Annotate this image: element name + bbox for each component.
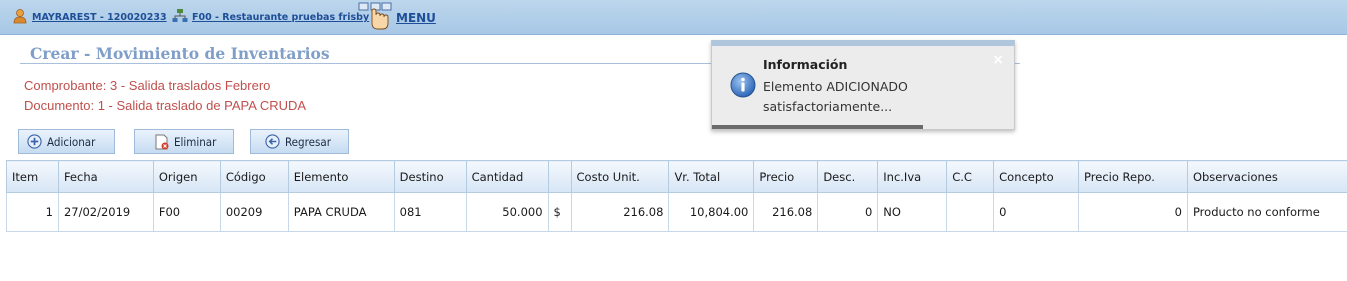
cell-precio-repo: 0: [1078, 192, 1188, 232]
col-observaciones[interactable]: Observaciones: [1186, 160, 1347, 193]
col-elemento[interactable]: Elemento: [287, 160, 395, 193]
cell-observaciones: Producto no conforme: [1186, 192, 1347, 232]
cell-inc-iva: NO: [877, 192, 948, 232]
col-costo-unit[interactable]: Costo Unit.: [570, 160, 670, 193]
cell-vr-total: 10,804.00: [668, 192, 755, 232]
company-item[interactable]: F00 - Restaurante pruebas frisby: [172, 0, 369, 35]
col-cantidad[interactable]: Cantidad: [465, 160, 549, 193]
col-codigo[interactable]: Código: [219, 160, 289, 193]
col-inc-iva[interactable]: Inc.Iva: [877, 160, 948, 193]
delete-button-label: Eliminar: [174, 134, 217, 149]
delete-document-icon: [155, 134, 169, 150]
add-icon: [27, 134, 42, 149]
col-item[interactable]: Item: [6, 160, 59, 193]
table-row[interactable]: 1 27/02/2019 F00 00209 PAPA CRUDA 081 50…: [6, 192, 1347, 232]
cell-concepto: 0: [993, 192, 1080, 232]
movements-table: Item Fecha Origen Código Elemento Destin…: [6, 160, 1347, 232]
comprobante-text: Comprobante: 3 - Salida traslados Febrer…: [24, 78, 271, 93]
col-precio[interactable]: Precio: [753, 160, 819, 193]
col-precio-repo[interactable]: Precio Repo.: [1078, 160, 1188, 193]
add-button-label: Adicionar: [47, 134, 96, 149]
notification-progress-bar: [712, 125, 924, 129]
cell-item: 1: [6, 192, 59, 232]
menu-item[interactable]: MENU: [358, 0, 436, 35]
col-desc[interactable]: Desc.: [817, 160, 879, 193]
cell-costo-unit: 216.08: [570, 192, 670, 232]
cell-fecha: 27/02/2019: [57, 192, 154, 232]
notification-title: Información: [763, 57, 848, 72]
table-header-row: Item Fecha Origen Código Elemento Destin…: [6, 160, 1347, 193]
cell-currency: $: [547, 192, 572, 232]
cell-elemento: PAPA CRUDA: [287, 192, 395, 232]
back-arrow-icon: [265, 134, 280, 149]
cell-cantidad: 50.000: [465, 192, 549, 232]
cell-destino: 081: [393, 192, 467, 232]
cell-origen: F00: [152, 192, 221, 232]
top-bar: MAYRAREST - 120020233 F00 - Restaurante …: [0, 0, 1347, 35]
notification-message: Elemento ADICIONADO satisfactoriamente..…: [763, 79, 908, 114]
cell-codigo: 00209: [219, 192, 289, 232]
cell-cc: [946, 192, 995, 232]
page-title: Crear - Movimiento de Inventarios: [30, 44, 330, 63]
menu-hand-icon: [358, 1, 392, 35]
col-vr-total[interactable]: Vr. Total: [668, 160, 755, 193]
col-cc[interactable]: C.C: [946, 160, 995, 193]
user-icon: [12, 8, 28, 28]
col-currency: [547, 160, 572, 193]
delete-button[interactable]: Eliminar: [134, 129, 234, 154]
menu-link[interactable]: MENU: [396, 11, 436, 25]
user-item[interactable]: MAYRAREST - 120020233: [12, 0, 167, 35]
col-concepto[interactable]: Concepto: [993, 160, 1080, 193]
col-origen[interactable]: Origen: [152, 160, 221, 193]
cell-precio: 216.08: [753, 192, 819, 232]
info-icon: [730, 72, 756, 102]
add-button[interactable]: Adicionar: [18, 129, 115, 154]
company-link[interactable]: F00 - Restaurante pruebas frisby: [192, 12, 369, 23]
close-icon[interactable]: ×: [992, 52, 1004, 68]
back-button[interactable]: Regresar: [250, 129, 349, 154]
back-button-label: Regresar: [285, 134, 331, 149]
info-notification: × Información Elemento ADICIONADO satisf…: [711, 40, 1015, 130]
col-destino[interactable]: Destino: [393, 160, 467, 193]
user-link[interactable]: MAYRAREST - 120020233: [32, 12, 167, 23]
documento-text: Documento: 1 - Salida traslado de PAPA C…: [24, 98, 307, 113]
cell-desc: 0: [817, 192, 879, 232]
col-fecha[interactable]: Fecha: [57, 160, 154, 193]
org-chart-icon: [172, 8, 188, 28]
